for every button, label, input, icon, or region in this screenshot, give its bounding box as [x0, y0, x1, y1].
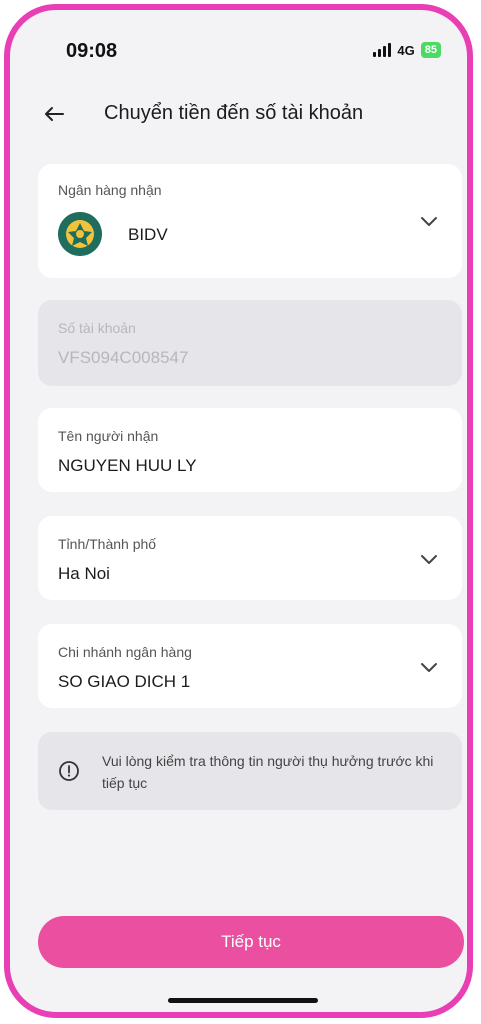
province-value: Ha Noi — [58, 564, 110, 583]
recipient-value: NGUYEN HUU LY — [58, 456, 197, 475]
back-button[interactable] — [38, 98, 70, 130]
phone-frame: 09:08 4G 85 Chuyển tiền đến số tài khoản… — [4, 4, 473, 1018]
info-icon — [59, 761, 79, 781]
bank-select[interactable]: Ngân hàng nhận BIDV — [38, 164, 462, 278]
account-value: VFS094C008547 — [58, 348, 189, 367]
account-label: Số tài khoản — [58, 320, 136, 336]
signal-icon — [373, 43, 392, 57]
recipient-name-field[interactable]: Tên người nhận NGUYEN HUU LY — [38, 408, 462, 492]
chevron-down-icon — [421, 555, 437, 564]
status-time: 09:08 — [66, 40, 118, 62]
arrow-left-icon — [45, 107, 64, 121]
info-notice: Vui lòng kiểm tra thông tin người thụ hư… — [38, 732, 462, 810]
bidv-logo-icon — [58, 212, 102, 256]
status-bar: 09:08 4G 85 — [10, 10, 467, 80]
status-indicators: 4G 85 — [373, 42, 441, 58]
province-select[interactable]: Tỉnh/Thành phố Ha Noi — [38, 516, 462, 600]
continue-button[interactable]: Tiếp tục — [38, 916, 464, 968]
header: Chuyển tiền đến số tài khoản — [10, 92, 467, 136]
page-title: Chuyển tiền đến số tài khoản — [104, 102, 364, 124]
bank-label: Ngân hàng nhận — [58, 182, 162, 198]
province-label: Tỉnh/Thành phố — [58, 536, 157, 552]
branch-label: Chi nhánh ngân hàng — [58, 644, 192, 660]
home-indicator — [168, 998, 318, 1003]
branch-value: SO GIAO DICH 1 — [58, 672, 191, 691]
battery-icon: 85 — [420, 42, 441, 58]
notice-text: Vui lòng kiểm tra thông tin người thụ hư… — [102, 753, 434, 791]
network-label: 4G — [397, 42, 415, 58]
recipient-label: Tên người nhận — [58, 428, 159, 444]
chevron-down-icon — [421, 663, 437, 672]
account-number-field: Số tài khoản VFS094C008547 — [38, 300, 462, 386]
bank-value: BIDV — [128, 225, 168, 244]
branch-select[interactable]: Chi nhánh ngân hàng SO GIAO DICH 1 — [38, 624, 462, 708]
chevron-down-icon — [421, 217, 437, 226]
